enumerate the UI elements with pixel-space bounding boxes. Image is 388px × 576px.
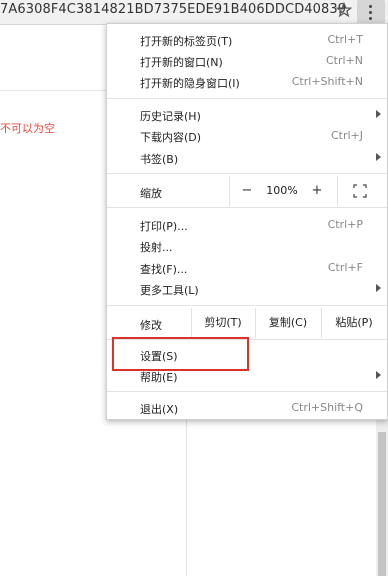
submenu-arrow-icon (376, 371, 381, 379)
menu-item-label: 投射... (140, 241, 173, 254)
copy-button[interactable]: 复制(C) (255, 308, 321, 338)
menu-separator (107, 391, 387, 392)
background-column-divider (186, 420, 187, 576)
chrome-menu-button[interactable] (357, 0, 385, 24)
scrollbar-thumb[interactable] (378, 432, 386, 576)
menu-item-label: 打开新的隐身窗口(I) (140, 77, 240, 90)
zoom-in-button[interactable]: + (299, 176, 335, 206)
menu-item-label: 打开新的标签页(T) (140, 35, 233, 48)
menu-item-label: 更多工具(L) (140, 284, 199, 297)
zoom-divider (337, 176, 338, 206)
menu-item-find[interactable]: 查找(F)... Ctrl+F (107, 258, 387, 278)
cut-button[interactable]: 剪切(T) (191, 308, 255, 338)
menu-dot-icon (369, 17, 372, 20)
menu-item-shortcut: Ctrl+Shift+Q (291, 401, 363, 414)
menu-separator (107, 173, 387, 174)
menu-item-cast[interactable]: 投射... (107, 236, 387, 256)
validation-error-text: 不可以为空 (0, 122, 55, 135)
menu-dot-icon (369, 11, 372, 14)
paste-button[interactable]: 粘贴(P) (321, 308, 387, 338)
menu-item-print[interactable]: 打印(P)... Ctrl+P (107, 215, 387, 235)
menu-item-history[interactable]: 历史记录(H) (107, 105, 387, 125)
menu-item-shortcut: Ctrl+N (325, 54, 363, 67)
settings-highlight-box (112, 337, 249, 371)
url-text[interactable]: 7A6308F4C3814821BD7375EDE91B406DDCD40839 (0, 2, 346, 17)
menu-item-more-tools[interactable]: 更多工具(L) (107, 279, 387, 299)
menu-item-label: 打开新的窗口(N) (140, 56, 223, 69)
submenu-arrow-icon (376, 110, 381, 118)
menu-item-label: 下载内容(D) (140, 131, 202, 144)
menu-item-shortcut: Ctrl+J (330, 129, 363, 142)
menu-item-shortcut: Ctrl+Shift+N (291, 75, 363, 88)
zoom-row: 缩放 − 100% + (107, 176, 387, 206)
menu-item-new-tab[interactable]: 打开新的标签页(T) Ctrl+T (107, 30, 387, 50)
menu-dot-icon (369, 5, 372, 8)
menu-item-shortcut: Ctrl+F (327, 261, 363, 274)
menu-item-label: 打印(P)... (140, 220, 188, 233)
menu-item-bookmarks[interactable]: 书签(B) (107, 148, 387, 168)
edit-label: 修改 (140, 319, 162, 332)
menu-separator (107, 305, 387, 306)
menu-item-label: 查找(F)... (140, 263, 188, 276)
menu-item-label: 帮助(E) (140, 371, 178, 384)
menu-separator (107, 98, 387, 99)
address-bar[interactable]: 7A6308F4C3814821BD7375EDE91B406DDCD40839 (0, 0, 388, 25)
menu-item-new-window[interactable]: 打开新的窗口(N) Ctrl+N (107, 51, 387, 71)
menu-item-incognito[interactable]: 打开新的隐身窗口(I) Ctrl+Shift+N (107, 72, 387, 92)
fullscreen-icon[interactable] (353, 184, 367, 198)
menu-item-exit[interactable]: 退出(X) Ctrl+Shift+Q (107, 398, 387, 418)
menu-item-label: 书签(B) (140, 153, 179, 166)
edit-row: 修改 剪切(T) 复制(C) 粘贴(P) (107, 308, 387, 338)
menu-separator (107, 207, 387, 208)
menu-item-downloads[interactable]: 下载内容(D) Ctrl+J (107, 126, 387, 146)
submenu-arrow-icon (376, 153, 381, 161)
bookmark-star-icon[interactable] (335, 1, 353, 18)
menu-item-label: 历史记录(H) (140, 110, 201, 123)
browser-window: 7A6308F4C3814821BD7375EDE91B406DDCD40839… (0, 0, 388, 576)
submenu-arrow-icon (376, 284, 381, 292)
menu-item-shortcut: Ctrl+P (327, 218, 363, 231)
background-divider (0, 90, 106, 91)
menu-item-label: 退出(X) (140, 403, 179, 416)
zoom-label: 缩放 (140, 187, 162, 200)
menu-item-shortcut: Ctrl+T (327, 33, 363, 46)
